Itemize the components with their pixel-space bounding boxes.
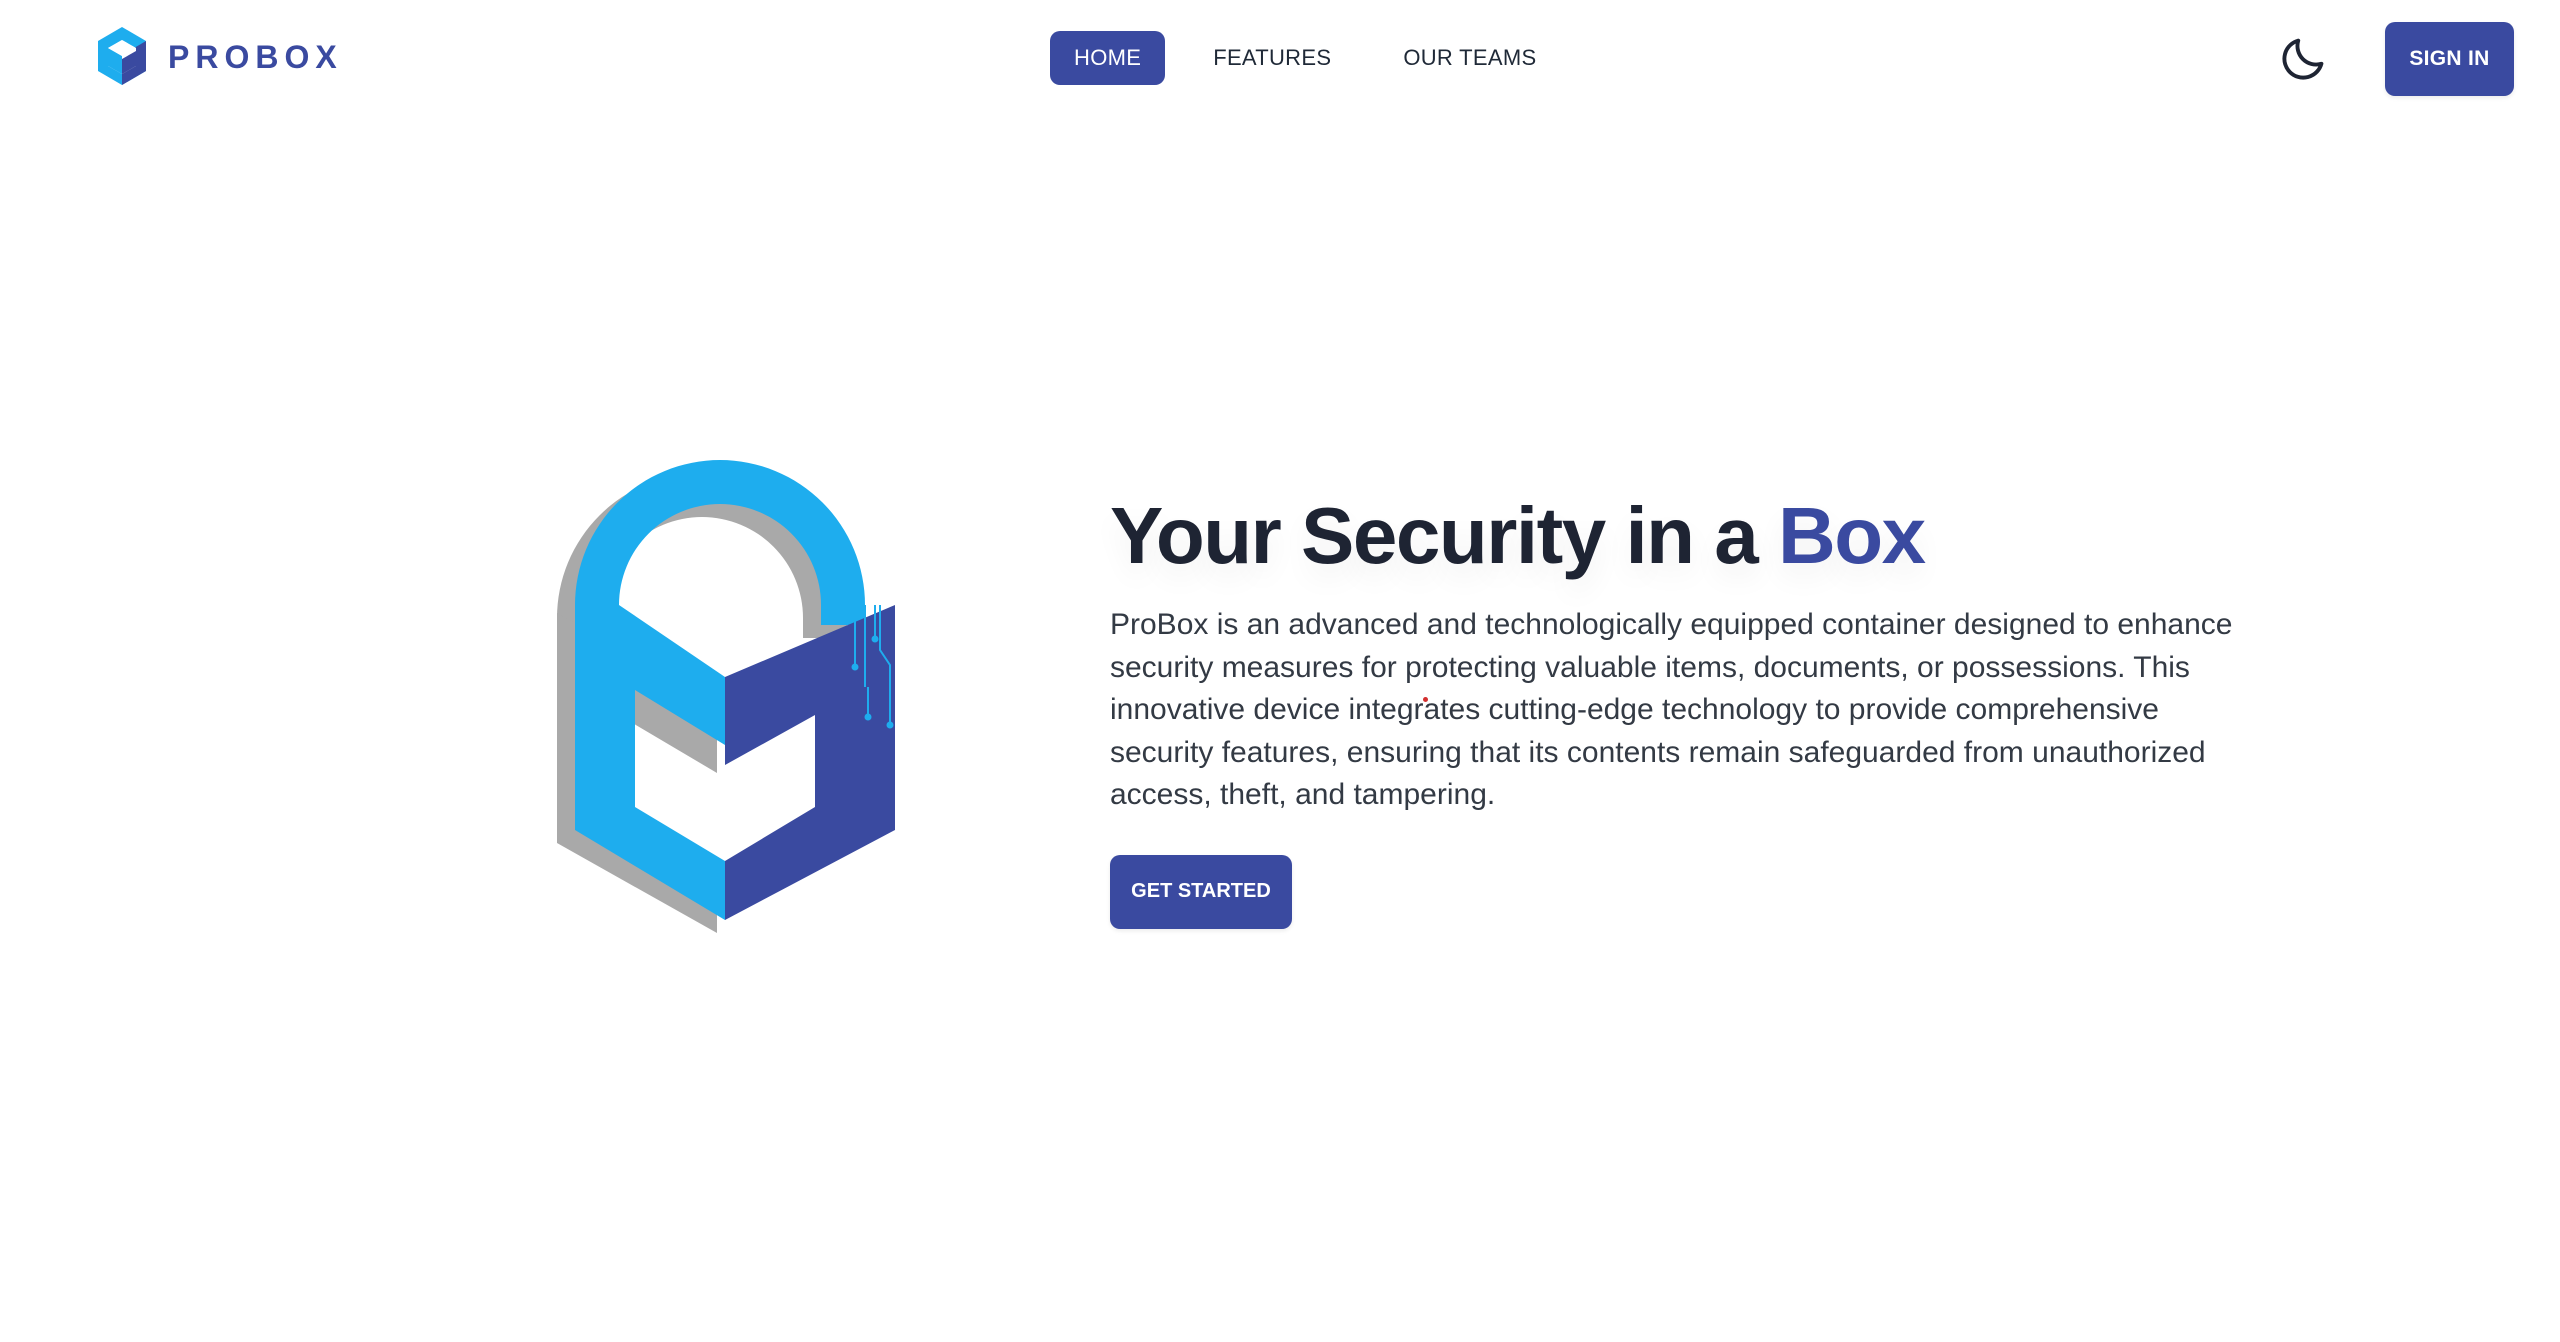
theme-toggle-button[interactable]: [2274, 30, 2332, 88]
main-nav: HOME FEATURES OUR TEAMS: [1050, 31, 1560, 85]
brand-name: PROBOX: [168, 38, 343, 75]
nav-features[interactable]: FEATURES: [1189, 31, 1355, 85]
sign-in-button[interactable]: SIGN IN: [2385, 22, 2514, 96]
hero-title-main: Your Security in a: [1110, 491, 1759, 580]
nav-home[interactable]: HOME: [1050, 31, 1166, 85]
hero-title-accent: Box: [1778, 491, 1926, 580]
padlock-box-illustration: [557, 460, 895, 933]
probox-logo-icon: [98, 27, 146, 85]
cursor-dot: [1423, 697, 1428, 702]
hero-title: Your Security in a Box: [1110, 488, 2310, 584]
hero-section: Your Security in a Box ProBox is an adva…: [1110, 488, 2310, 929]
hero-description: ProBox is an advanced and technologicall…: [1110, 608, 2233, 811]
get-started-button[interactable]: GET STARTED: [1110, 854, 1292, 929]
moon-icon: [2282, 38, 2324, 80]
navbar: PROBOX HOME FEATURES OUR TEAMS SIGN IN: [0, 0, 2560, 118]
nav-our-teams[interactable]: OUR TEAMS: [1379, 31, 1560, 85]
brand-link[interactable]: PROBOX: [96, 24, 343, 90]
